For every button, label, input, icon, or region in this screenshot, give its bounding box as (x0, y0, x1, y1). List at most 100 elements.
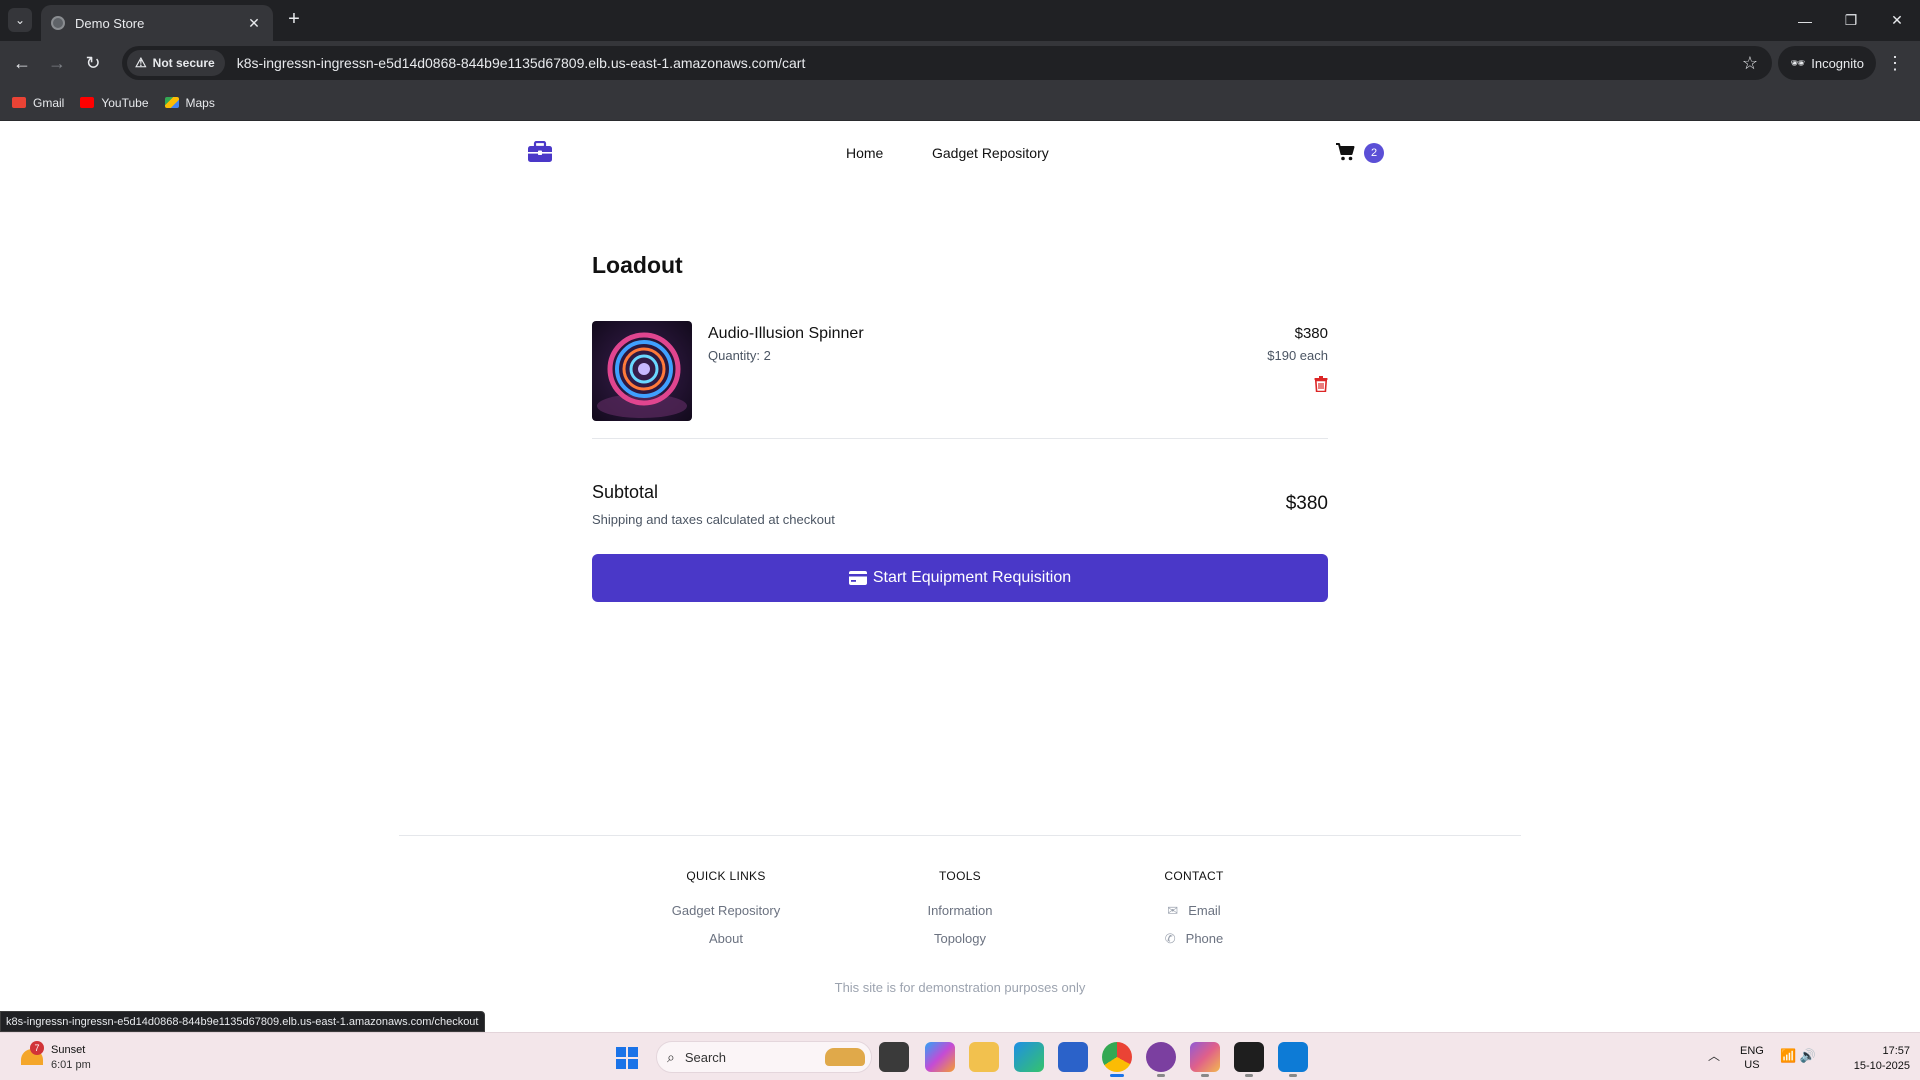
weather-title: Sunset (51, 1044, 86, 1056)
warning-icon: ⚠ (135, 55, 147, 70)
trash-icon[interactable] (1314, 376, 1328, 392)
page-title: Loadout (592, 252, 683, 278)
weather-time: 6:01 pm (51, 1059, 91, 1071)
volume-icon: 🔊 (1799, 1048, 1816, 1063)
taskbar-clock[interactable]: 17:57 15-10-2025 (1830, 1044, 1910, 1074)
bookmark-gmail[interactable]: Gmail (12, 96, 64, 110)
security-label: Not secure (152, 56, 215, 70)
weather-widget[interactable]: 7 Sunset 6:01 pm (18, 1041, 138, 1073)
search-highlight-image (825, 1048, 865, 1066)
close-tab-icon[interactable]: ✕ (245, 15, 263, 32)
vscode-icon[interactable] (1278, 1042, 1308, 1077)
file-explorer-icon[interactable] (969, 1042, 999, 1072)
store-icon[interactable] (1058, 1042, 1088, 1072)
footer-heading: TOOLS (939, 869, 981, 883)
bookmark-label: Gmail (33, 95, 65, 110)
address-bar[interactable]: ⚠ Not secure k8s-ingressn-ingressn-e5d14… (122, 46, 1772, 80)
footer-link-gadget-repository[interactable]: Gadget Repository (626, 897, 826, 925)
incognito-icon: 🕶 (1790, 56, 1806, 70)
input-language[interactable]: ENG US (1740, 1044, 1764, 1072)
footer-tools: TOOLS Information Topology (860, 869, 1060, 953)
copilot-icon[interactable] (925, 1042, 955, 1072)
windows-taskbar: 7 Sunset 6:01 pm ⌕ Search ︿ ENG US 📶 🔊 1… (0, 1032, 1920, 1080)
task-view-icon[interactable] (879, 1042, 909, 1072)
browser-menu-icon[interactable]: ⋮ (1885, 53, 1905, 74)
tray-overflow-icon[interactable]: ︿ (1708, 1047, 1720, 1064)
taskbar-search[interactable]: ⌕ Search (656, 1041, 872, 1073)
cart-count-badge[interactable]: 2 (1364, 143, 1384, 163)
clock-time: 17:57 (1882, 1045, 1910, 1057)
footer-divider (399, 835, 1521, 836)
maps-icon (164, 97, 179, 108)
incognito-label: Incognito (1811, 55, 1864, 71)
lang-region: US (1744, 1059, 1760, 1071)
search-icon: ⌕ (667, 1048, 675, 1065)
terminal-icon[interactable] (1234, 1042, 1264, 1077)
bookmark-label: Maps (185, 95, 215, 110)
footer-heading: CONTACT (1164, 869, 1224, 883)
browser-toolbar: ← → ↻ ⚠ Not secure k8s-ingressn-ingressn… (0, 41, 1920, 85)
footer-heading: QUICK LINKS (686, 869, 766, 883)
gmail-icon (12, 97, 26, 108)
globe-icon (51, 16, 65, 30)
tray-status-icons[interactable]: 📶 🔊 (1780, 1048, 1816, 1064)
footer-contact: CONTACT ✉ Email ✆ Phone (1094, 869, 1294, 953)
credit-card-icon (848, 571, 867, 585)
restore-icon[interactable]: ❐ (1828, 0, 1874, 41)
bookmark-label: YouTube (101, 95, 149, 110)
weather-badge: 7 (30, 1041, 44, 1055)
start-requisition-label: Start Equipment Requisition (872, 569, 1072, 586)
spinner-product-image (592, 321, 692, 421)
back-icon[interactable]: ← (10, 51, 34, 75)
clock-date: 15-10-2025 (1853, 1060, 1910, 1072)
incognito-button[interactable]: 🕶 Incognito (1778, 46, 1876, 80)
footer-link-email[interactable]: ✉ Email (1094, 897, 1294, 925)
bookmark-youtube[interactable]: YouTube (80, 95, 149, 110)
envelope-icon: ✉ (1167, 903, 1179, 918)
subtotal-note: Shipping and taxes calculated at checkou… (592, 512, 835, 527)
bookmarks-bar: Gmail YouTube Maps (0, 85, 1920, 121)
footer-link-topology[interactable]: Topology (860, 925, 1060, 953)
lang-code: ENG (1740, 1045, 1764, 1057)
item-quantity: Quantity: 2 (708, 348, 771, 363)
security-chip[interactable]: ⚠ Not secure (127, 50, 225, 76)
footer-link-about[interactable]: About (626, 925, 826, 953)
subtotal-value: $380 (1285, 493, 1328, 514)
browser-tab[interactable]: Demo Store ✕ (41, 5, 273, 41)
forward-icon[interactable]: → (45, 51, 69, 75)
footer-link-information[interactable]: Information (860, 897, 1060, 925)
footer-disclaimer: This site is for demonstration purposes … (834, 980, 1086, 995)
windows-start-icon[interactable] (616, 1047, 638, 1069)
cart-item-row: Audio-Illusion Spinner Quantity: 2 $380 … (592, 321, 1328, 439)
chrome-icon[interactable] (1102, 1042, 1132, 1077)
subtotal-label: Subtotal (592, 482, 659, 502)
link-hover-status-url: k8s-ingressn-ingressn-e5d14d0868-844b9e1… (0, 1011, 486, 1032)
wifi-icon: 📶 (1780, 1048, 1797, 1063)
start-requisition-button[interactable]: Start Equipment Requisition (592, 554, 1328, 602)
browser-tab-strip: ⌄ Demo Store ✕ + — ❐ ✕ (0, 0, 1920, 41)
store-page: Home Gadget Repository 2 Loadout Audio-I… (0, 121, 1920, 1032)
reload-icon[interactable]: ↻ (81, 51, 105, 75)
url-text[interactable]: k8s-ingressn-ingressn-e5d14d0868-844b9e1… (237, 55, 1742, 71)
tab-search-chevron-icon[interactable]: ⌄ (8, 8, 32, 32)
nav-gadget-repository-link[interactable]: Gadget Repository (932, 145, 1049, 161)
github-desktop-icon[interactable] (1146, 1042, 1176, 1077)
minimize-icon[interactable]: — (1782, 0, 1828, 41)
phone-icon: ✆ (1164, 931, 1176, 946)
bookmark-star-icon[interactable]: ☆ (1742, 53, 1758, 74)
window-close-icon[interactable]: ✕ (1874, 0, 1920, 41)
item-name[interactable]: Audio-Illusion Spinner (708, 325, 864, 343)
nav-home-link[interactable]: Home (846, 145, 883, 161)
new-tab-button[interactable]: + (282, 8, 306, 32)
tab-title: Demo Store (75, 15, 145, 31)
cart-icon[interactable] (1335, 142, 1355, 162)
bookmark-maps[interactable]: Maps (164, 95, 215, 110)
item-total-price: $380 (1294, 325, 1328, 342)
site-header: Home Gadget Repository 2 (0, 121, 1920, 185)
footer-link-phone[interactable]: ✆ Phone (1094, 925, 1294, 953)
edge-icon[interactable] (1014, 1042, 1044, 1072)
briefcase-logo-icon[interactable] (527, 141, 553, 163)
ai-app-icon[interactable] (1190, 1042, 1220, 1077)
taskbar-search-placeholder: Search (684, 1049, 727, 1065)
footer-quick-links: QUICK LINKS Gadget Repository About (626, 869, 826, 953)
